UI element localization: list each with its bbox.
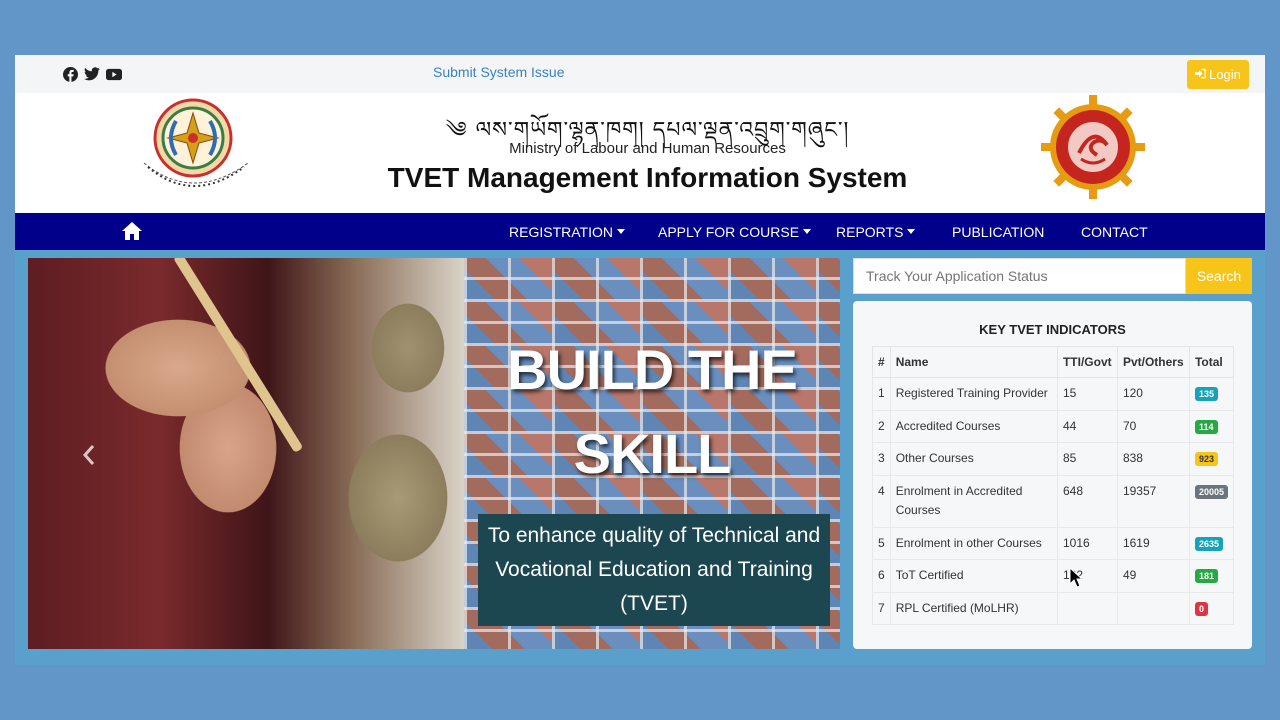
- govt-value: 85: [1056, 442, 1118, 476]
- table-row: 1 Registered Training Provider 15 120 135: [872, 377, 1235, 411]
- total-cell: 2635: [1188, 526, 1235, 560]
- row-number: 4: [872, 474, 891, 528]
- col-header-govt: TTI/Govt: [1056, 346, 1118, 378]
- govt-value: 648: [1056, 474, 1118, 528]
- caret-down-icon: [616, 229, 625, 234]
- top-bar: Submit System Issue Login: [15, 55, 1265, 93]
- nav-publication[interactable]: PUBLICATION: [952, 224, 1044, 240]
- total-cell: 923: [1188, 442, 1235, 476]
- total-badge: 114: [1194, 419, 1218, 434]
- login-label: Login: [1209, 67, 1241, 82]
- login-icon: [1195, 67, 1207, 82]
- mouse-pointer-icon: [1069, 566, 1084, 594]
- row-number: 6: [872, 559, 891, 593]
- govt-value: 15: [1056, 377, 1118, 411]
- table-row: 5 Enrolment in other Courses 1016 1619 2635: [872, 526, 1235, 560]
- col-header-pvt: Pvt/Others: [1116, 346, 1190, 378]
- home-icon[interactable]: [121, 221, 143, 246]
- total-badge: 0: [1194, 601, 1208, 616]
- caret-down-icon: [803, 229, 812, 234]
- col-header-name: Name: [889, 346, 1058, 378]
- nav-reports[interactable]: REPORTS: [836, 224, 916, 240]
- site-header: ༄ ལས་གཡོག་ལྷན་ཁག། དཔལ་ལྡན་འབྲུག་གཞུང་། M…: [15, 93, 1265, 213]
- total-cell: 114: [1188, 409, 1235, 443]
- total-cell: 20005: [1188, 474, 1235, 528]
- indicator-name: Enrolment in other Courses: [889, 526, 1058, 560]
- submit-system-issue-link[interactable]: Submit System Issue: [433, 64, 565, 80]
- total-badge: 923: [1194, 452, 1218, 466]
- indicator-name: Other Courses: [889, 442, 1058, 476]
- table-row: 2 Accredited Courses 44 70 114: [872, 409, 1235, 443]
- caret-down-icon: [907, 229, 916, 234]
- total-badge: 20005: [1194, 484, 1228, 499]
- nav-registration[interactable]: REGISTRATION: [509, 224, 625, 240]
- total-badge: 135: [1194, 387, 1218, 401]
- banner-tagline: To enhance quality of Technical and Voca…: [478, 514, 830, 626]
- total-cell: 181: [1188, 559, 1235, 593]
- total-badge: 2635: [1194, 536, 1223, 551]
- table-row: 3 Other Courses 85 838 923: [872, 442, 1235, 476]
- govt-value: 44: [1056, 409, 1118, 443]
- indicators-table: # Name TTI/Govt Pvt/Others Total 1 Regist…: [872, 346, 1235, 625]
- search-button[interactable]: Search: [1186, 258, 1252, 294]
- youtube-icon[interactable]: [106, 66, 122, 82]
- govt-value: [1056, 591, 1118, 625]
- pvt-value: 19357: [1116, 474, 1190, 528]
- ministry-logo: [1041, 95, 1145, 204]
- nav-contact[interactable]: CONTACT: [1081, 224, 1148, 240]
- indicator-name: Accredited Courses: [889, 409, 1058, 443]
- key-indicators-panel: KEY TVET INDICATORS # Name TTI/Govt Pvt/…: [853, 301, 1252, 649]
- indicator-name: ToT Certified: [889, 559, 1058, 593]
- row-number: 2: [872, 409, 891, 443]
- browser-viewport: Submit System Issue Login ༄ ལས་གཡོག་ལྷན་…: [15, 55, 1265, 665]
- row-number: 5: [872, 526, 891, 560]
- row-number: 7: [872, 591, 891, 625]
- pvt-value: 838: [1116, 442, 1190, 476]
- indicator-name: Enrolment in Accredited Courses: [889, 474, 1058, 528]
- table-row: 7 RPL Certified (MoLHR) 0: [872, 591, 1235, 625]
- carousel-prev-icon[interactable]: [82, 442, 96, 473]
- table-row: 4 Enrolment in Accredited Courses 648 19357…: [872, 474, 1235, 528]
- hero-carousel[interactable]: BUILD THE SKILL To enhance quality of Te…: [28, 258, 840, 649]
- track-application-form: Search: [853, 258, 1252, 294]
- indicator-name: Registered Training Provider: [889, 377, 1058, 411]
- row-number: 1: [872, 377, 891, 411]
- pvt-value: 70: [1116, 409, 1190, 443]
- col-header-total: Total: [1188, 346, 1235, 378]
- total-cell: 135: [1188, 377, 1235, 411]
- pvt-value: 49: [1116, 559, 1190, 593]
- banner-headline: BUILD THE SKILL: [507, 338, 798, 485]
- facebook-icon[interactable]: [62, 66, 78, 82]
- pvt-value: [1116, 591, 1190, 625]
- col-header-number: #: [872, 346, 891, 378]
- login-button[interactable]: Login: [1187, 60, 1249, 89]
- twitter-icon[interactable]: [84, 66, 100, 82]
- main-navbar: REGISTRATION APPLY FOR COURSE REPORTS PU…: [15, 213, 1265, 250]
- track-application-input[interactable]: [853, 258, 1186, 294]
- panel-title: KEY TVET INDICATORS: [979, 322, 1126, 337]
- total-cell: 0: [1188, 591, 1235, 625]
- row-number: 3: [872, 442, 891, 476]
- social-links: [62, 66, 122, 82]
- indicator-name: RPL Certified (MoLHR): [889, 591, 1058, 625]
- table-row: 6ToT Certified13249 181: [872, 559, 1235, 593]
- total-badge: 181: [1194, 569, 1218, 583]
- pvt-value: 1619: [1116, 526, 1190, 560]
- govt-value: 132: [1056, 559, 1118, 593]
- govt-value: 1016: [1056, 526, 1118, 560]
- nav-apply-for-course[interactable]: APPLY FOR COURSE: [658, 224, 812, 240]
- pvt-value: 120: [1116, 377, 1190, 411]
- table-header-row: # Name TTI/Govt Pvt/Others Total: [872, 346, 1235, 378]
